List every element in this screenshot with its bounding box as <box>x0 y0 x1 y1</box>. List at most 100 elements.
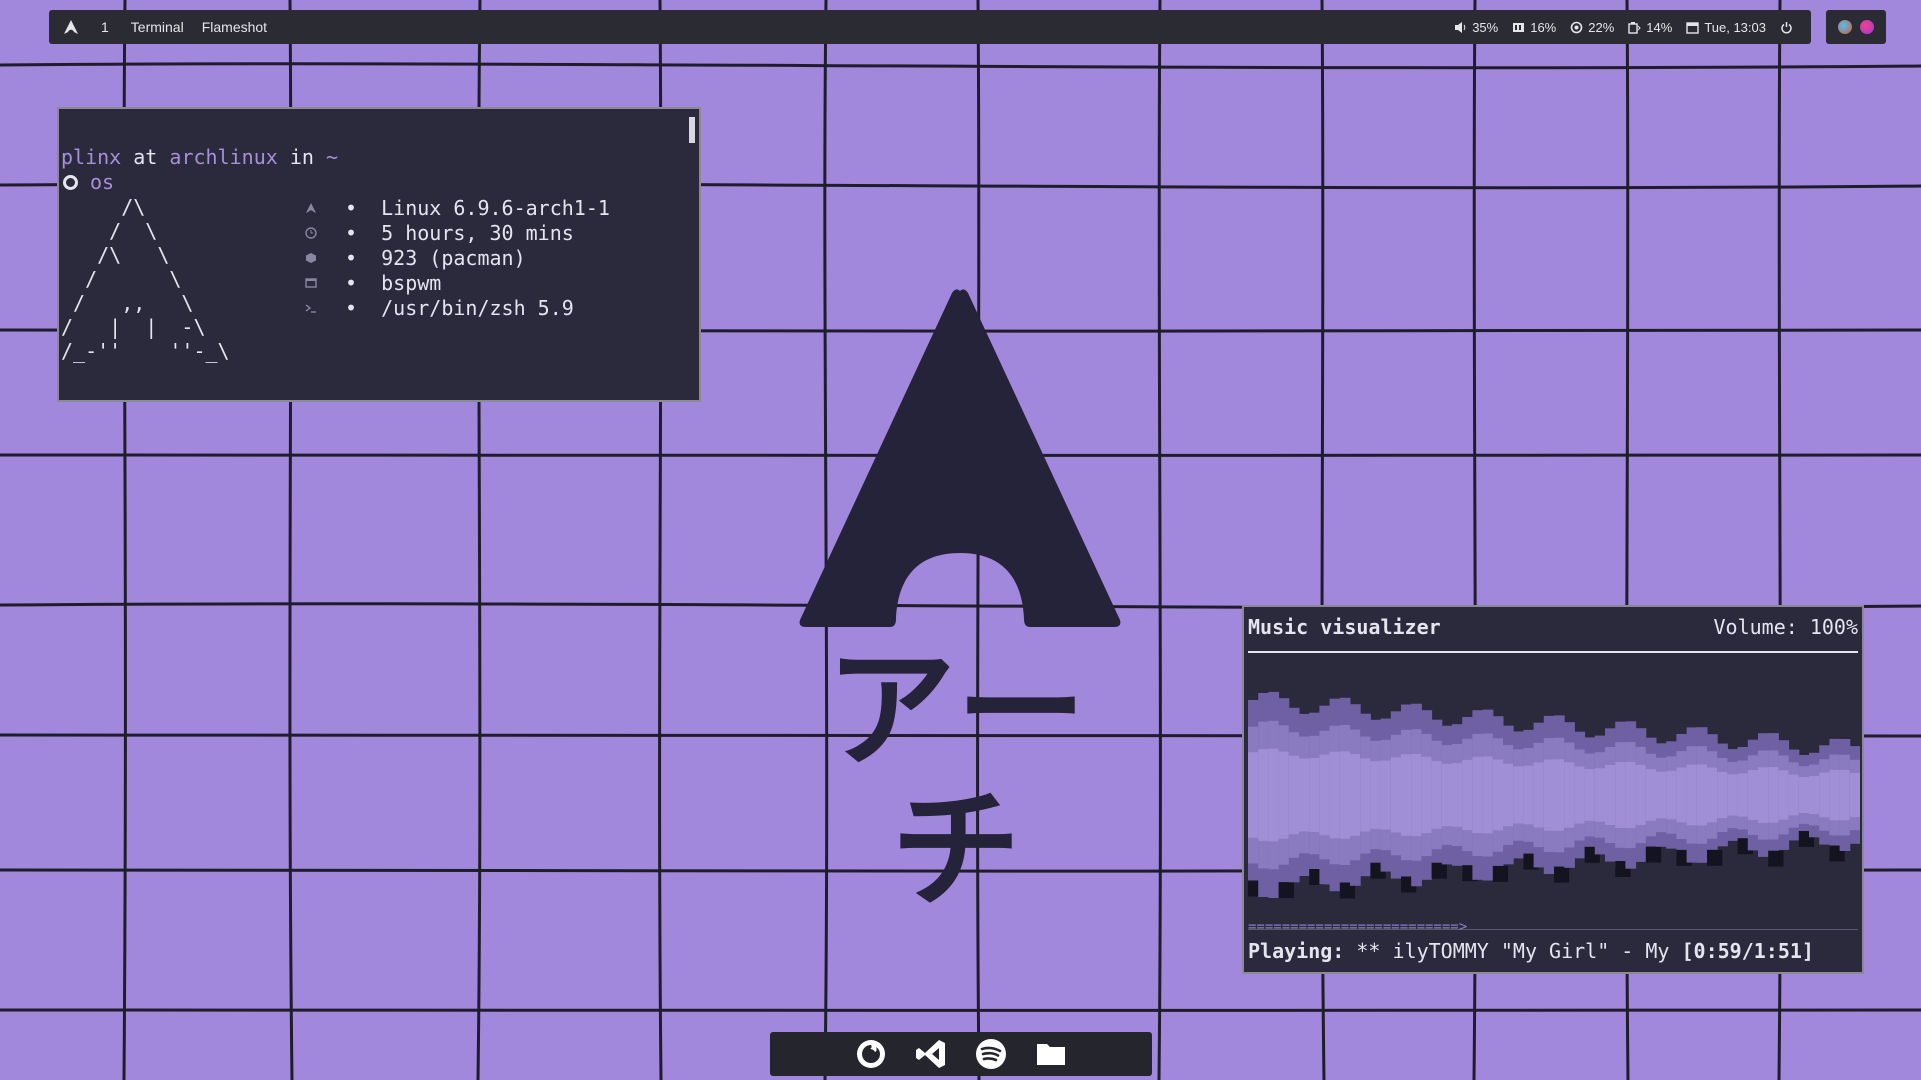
task-flameshot[interactable]: Flameshot <box>202 19 267 35</box>
spectrum-bar <box>1849 773 1860 817</box>
info-text: • /usr/bin/zsh 5.9 <box>345 295 574 320</box>
spotify-icon[interactable] <box>972 1035 1010 1073</box>
track-title: ** ilyTOMMY "My Girl" - My <box>1344 939 1682 963</box>
info-text: • Linux 6.9.6-arch1-1 <box>345 195 610 220</box>
cpu-value: 22% <box>1588 19 1615 35</box>
spectrum-bar <box>1554 759 1565 831</box>
spectrum-shadow-bar <box>1492 865 1509 882</box>
spectrum-bar <box>1339 751 1351 839</box>
info-text: • 923 (pacman) <box>345 245 526 270</box>
spectrum-bar <box>1829 769 1841 821</box>
dock <box>770 1032 1152 1076</box>
terminal-scrollbar[interactable] <box>689 117 695 143</box>
spectrum-bar <box>1778 770 1790 820</box>
spectrum-bar <box>1288 755 1300 835</box>
spectrum-bar <box>1809 776 1820 814</box>
speaker-icon <box>1455 21 1466 33</box>
memory-icon <box>1513 22 1525 32</box>
top-bar-status: 35% 16% 22% 14% Tue, 13:03 <box>1454 20 1811 35</box>
battery-module[interactable]: 14% <box>1628 20 1672 35</box>
playing-label: Playing: <box>1248 939 1345 963</box>
spectrum-bar <box>1707 767 1718 823</box>
visualizer-volume: Volume: 100% <box>1713 615 1859 639</box>
prompt-at: at <box>133 145 158 169</box>
spectrum-bar <box>1839 769 1851 821</box>
package-icon <box>305 251 327 265</box>
shell-prompt: plinx at archlinux in ~ <box>61 145 338 169</box>
vscode-icon[interactable] <box>912 1035 950 1073</box>
spectrum-bar <box>1421 756 1433 834</box>
arch-katakana: アーチ <box>825 634 1095 926</box>
tray-app-icon[interactable] <box>1860 20 1874 34</box>
spectrum-bar <box>1686 764 1698 826</box>
spectrum-bar <box>1798 777 1810 813</box>
spectrum-bar <box>1696 764 1708 826</box>
spectrum-bar <box>1666 770 1677 820</box>
firefox-icon[interactable] <box>852 1035 890 1073</box>
calendar-icon <box>1686 21 1700 34</box>
music-visualizer-window[interactable]: Music visualizer Volume: 100% ==========… <box>1242 605 1864 974</box>
spectrum-bar <box>1635 764 1647 825</box>
spectrum-bar <box>1360 758 1371 832</box>
spectrum-bar <box>1431 761 1443 829</box>
prompt-path: ~ <box>325 145 339 169</box>
spectrum-bar <box>1441 763 1453 827</box>
info-uptime: • 5 hours, 30 mins <box>305 220 610 245</box>
spectrum-bar <box>1656 771 1667 819</box>
clock-icon <box>305 226 327 240</box>
arch-menu-icon[interactable] <box>63 19 79 35</box>
shell-prompt-line: os <box>61 170 114 194</box>
spectrum-bar <box>1676 767 1688 823</box>
task-terminal[interactable]: Terminal <box>131 19 184 35</box>
spectrum-bar <box>1564 762 1575 828</box>
spectrum-bar <box>1717 771 1728 819</box>
folder-icon[interactable] <box>1032 1035 1070 1073</box>
cpu-module[interactable]: 22% <box>1570 20 1614 35</box>
spectrum-bar <box>1452 763 1463 827</box>
spectrum-bar <box>1788 774 1800 816</box>
prompt-user: plinx <box>61 145 122 169</box>
tray-app-icon[interactable] <box>1838 20 1852 34</box>
cpu-icon <box>1570 21 1583 33</box>
prompt-dir: os <box>90 170 115 194</box>
spectrum-bar <box>1615 762 1626 828</box>
top-bar: 1 Terminal Flameshot 35% 16% 22% 14% Tue… <box>49 10 1811 44</box>
clock-module[interactable]: Tue, 13:03 <box>1686 20 1766 35</box>
memory-module[interactable]: 16% <box>1512 20 1556 35</box>
top-bar-left: 1 Terminal Flameshot <box>49 19 285 35</box>
battery-icon <box>1628 21 1641 34</box>
spectrum-bar <box>1645 769 1657 821</box>
spectrum-bar <box>1737 773 1749 817</box>
spectrum-bar <box>1380 760 1392 830</box>
spectrum-bar <box>1248 752 1259 838</box>
spectrum-bar <box>1309 758 1320 832</box>
spectrum-shadow-bar <box>1645 846 1662 863</box>
visualizer-spectrum <box>1248 691 1860 899</box>
playback-progress-bar[interactable]: =========================> <box>1248 919 1467 935</box>
prompt-ring-icon <box>63 174 78 190</box>
spectrum-bar <box>1543 759 1555 831</box>
spectrum-bar <box>1492 759 1504 831</box>
spectrum-bar <box>1584 769 1596 821</box>
spectrum-shadow-bar <box>1768 850 1784 867</box>
spectrum-bar <box>1768 767 1779 823</box>
spectrum-bar <box>1390 757 1402 833</box>
arch-logo <box>799 289 1121 627</box>
workspace-indicator[interactable]: 1 <box>101 19 109 35</box>
spectrum-bar <box>1625 761 1637 829</box>
spectrum-bar <box>1482 756 1494 834</box>
power-icon[interactable] <box>1780 21 1793 34</box>
terminal-window[interactable]: plinx at archlinux in ~ os /\ / \ /\ \ /… <box>57 107 701 402</box>
spectrum-bar <box>1370 761 1382 829</box>
volume-module[interactable]: 35% <box>1454 20 1498 35</box>
window-icon <box>305 276 327 290</box>
info-text: • 5 hours, 30 mins <box>345 220 574 245</box>
spectrum-bar <box>1758 767 1769 823</box>
spectrum-bar <box>1401 754 1412 836</box>
visualizer-divider <box>1248 651 1858 653</box>
spectrum-shadow-bar <box>1431 862 1447 879</box>
spectrum-shadow-bar <box>1278 882 1294 899</box>
spectrum-bar <box>1594 768 1606 822</box>
spectrum-bar <box>1472 756 1484 834</box>
spectrum-bar <box>1278 751 1290 839</box>
